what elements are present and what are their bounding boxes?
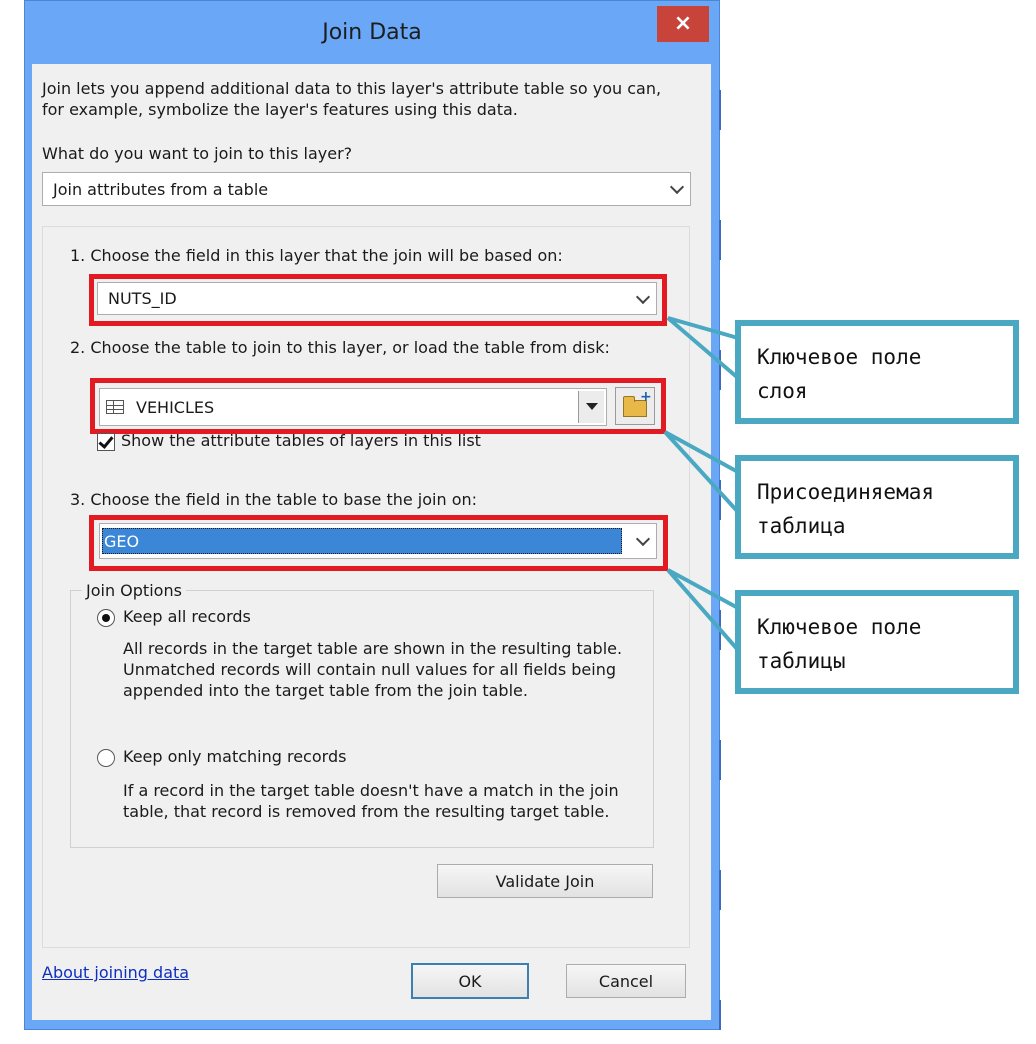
- callout-pointer-table-key: [666, 568, 740, 652]
- callout-line: Ключевое поле: [757, 345, 922, 369]
- callout-layer-key-field: Ключевое поле слоя: [735, 320, 1019, 424]
- callout-line: слоя: [757, 379, 808, 403]
- callout-line: Ключевое поле: [757, 615, 922, 639]
- callout-pointer-layer-key: [666, 316, 740, 380]
- callout-line: Присоединяемая: [757, 480, 935, 504]
- callout-table-key-field: Ключевое поле таблицы: [735, 590, 1019, 694]
- callout-pointer-joined-table: [663, 430, 740, 514]
- callout-line: таблицы: [757, 649, 846, 673]
- callout-joined-table: Присоединяемая таблица: [735, 455, 1019, 559]
- callout-line: таблица: [757, 514, 846, 538]
